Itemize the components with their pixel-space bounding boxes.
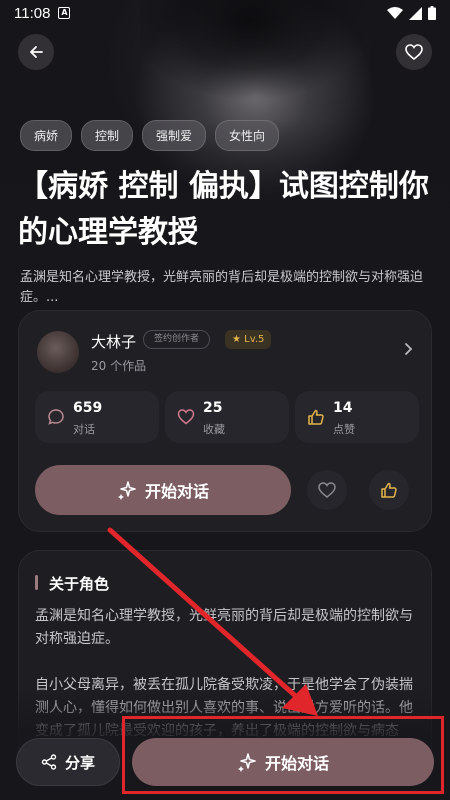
- share-button[interactable]: 分享: [16, 738, 120, 786]
- stat-chats: 659 对话: [35, 391, 159, 443]
- share-label: 分享: [64, 753, 95, 772]
- heart-outline-icon: [318, 482, 336, 498]
- sparkle-icon: [117, 481, 136, 500]
- level-text: Lv.5: [244, 334, 265, 345]
- chevron-right-icon[interactable]: [403, 342, 413, 356]
- chat-icon: [48, 409, 64, 425]
- stat-label: 收藏: [203, 423, 225, 436]
- sparkle-icon: [237, 753, 256, 772]
- back-button[interactable]: [18, 34, 54, 70]
- battery-icon: [428, 6, 436, 20]
- thumb-up-icon: [308, 409, 324, 425]
- tag-chip[interactable]: 强制爱: [142, 120, 207, 151]
- stat-label: 对话: [73, 423, 95, 436]
- works-count: 20 个作品: [91, 359, 147, 373]
- about-title: 关于角色: [35, 573, 109, 594]
- level-badge: ★ Lv.5: [225, 330, 272, 349]
- character-description: 孟渊是知名心理学教授，光鲜亮丽的背后却是极端的控制欲与对称强迫症。...: [20, 270, 424, 305]
- heart-icon: [177, 409, 195, 425]
- creator-card: 大林子 签约创作者 ★ Lv.5 20 个作品 659 对话 25 收藏 14: [18, 310, 432, 532]
- creator-name[interactable]: 大林子: [91, 331, 136, 352]
- stat-favorites: 25 收藏: [165, 391, 289, 443]
- stat-value: 14: [333, 400, 353, 416]
- bottom-start-chat-button[interactable]: 开始对话: [132, 738, 434, 786]
- stat-likes: 14 点赞: [295, 391, 419, 443]
- like-button[interactable]: [369, 470, 409, 510]
- share-icon: [41, 754, 57, 770]
- status-time: 11:08: [14, 4, 51, 22]
- crown-icon: ★: [232, 334, 241, 345]
- stat-value: 659: [73, 400, 103, 416]
- creator-avatar[interactable]: [37, 331, 79, 373]
- start-chat-label: 开始对话: [144, 482, 209, 501]
- thumb-up-icon: [381, 482, 397, 498]
- creator-badge: 签约创作者: [143, 330, 211, 349]
- tag-chip[interactable]: 病娇: [20, 120, 73, 151]
- bottom-start-chat-label: 开始对话: [264, 754, 329, 773]
- wifi-icon: [387, 7, 403, 19]
- collect-button[interactable]: [307, 470, 347, 510]
- character-title: 【病娇 控制 偏执】试图控制你的心理学教授: [18, 169, 429, 250]
- notification-a-icon: A: [58, 7, 71, 19]
- favorite-button[interactable]: [396, 34, 432, 70]
- status-bar: 11:08 A: [0, 0, 450, 26]
- stat-label: 点赞: [333, 423, 355, 436]
- status-icons: [387, 6, 436, 20]
- arrow-left-icon: [30, 46, 43, 58]
- about-paragraph: 孟渊是知名心理学教授，光鲜亮丽的背后却是极端的控制欲与对称强迫症。: [35, 608, 413, 647]
- heart-outline-icon: [405, 44, 423, 60]
- signal-icon: [409, 6, 422, 20]
- stats-row: 659 对话 25 收藏 14 点赞: [35, 391, 419, 443]
- tag-list: 病娇 控制 强制爱 女性向: [20, 120, 280, 151]
- start-chat-button[interactable]: 开始对话: [35, 465, 291, 515]
- tag-chip[interactable]: 控制: [81, 120, 134, 151]
- stat-value: 25: [203, 400, 223, 416]
- tag-chip[interactable]: 女性向: [215, 120, 280, 151]
